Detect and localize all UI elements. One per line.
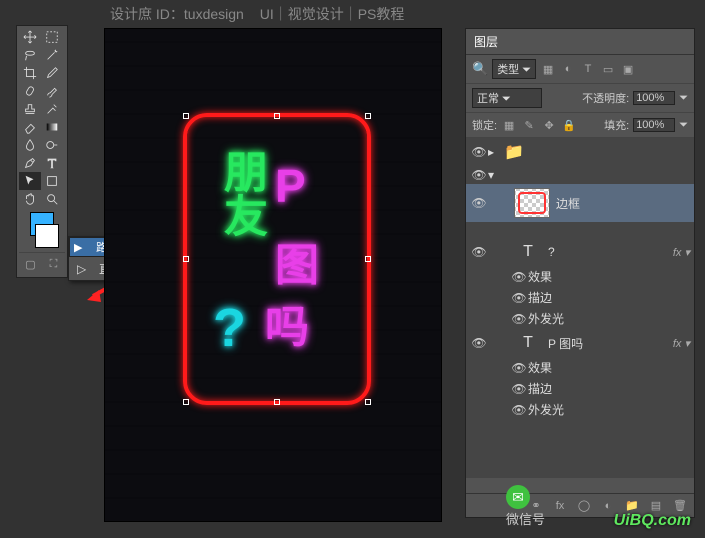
background-color[interactable]: [35, 224, 59, 248]
layer-thumb: [514, 188, 550, 218]
filter-smart-icon[interactable]: ▣: [620, 61, 636, 77]
group-row[interactable]: 👁 ▸ 📁: [466, 138, 694, 166]
path-select-tool[interactable]: [19, 172, 41, 190]
type-tool[interactable]: [41, 154, 63, 172]
fill-label: 填充:: [604, 117, 629, 133]
gradient-tool[interactable]: [41, 118, 63, 136]
blur-tool[interactable]: [19, 136, 41, 154]
transform-handle[interactable]: [365, 399, 371, 405]
layers-panel: 图层 🔍 类型 ⏷ ▦ ◐ T ▭ ▣ 正常 ⏷ 不透明度: 100%⏷ 锁定:…: [465, 28, 695, 518]
header-info: 设计庶 ID：tuxdesign UI｜视觉设计｜PS教程: [110, 4, 416, 24]
shape-tool[interactable]: [41, 172, 63, 190]
neon-text-friends: 朋友: [209, 149, 273, 237]
wand-tool[interactable]: [41, 46, 63, 64]
dodge-tool[interactable]: [41, 136, 63, 154]
tools-panel: ▢ ⛶: [16, 25, 68, 278]
type-layer-icon: T: [514, 240, 542, 264]
document-canvas[interactable]: 朋友 P 图 吗 ?: [104, 28, 442, 522]
filter-type-icon[interactable]: T: [580, 61, 596, 77]
stamp-tool[interactable]: [19, 100, 41, 118]
blend-row: 正常 ⏷ 不透明度: 100%⏷: [466, 84, 694, 113]
lock-row: 锁定: ▦ ✎ ✥ 🔒 填充: 100%⏷: [466, 113, 694, 138]
fx-glow-row[interactable]: 👁外发光: [466, 308, 694, 329]
move-tool[interactable]: [19, 28, 41, 46]
zoom-tool[interactable]: [41, 190, 63, 208]
chevron-right-icon[interactable]: ▸: [488, 145, 494, 159]
fx-glow-row[interactable]: 👁外发光: [466, 399, 694, 420]
hand-tool[interactable]: [19, 190, 41, 208]
lock-paint-icon[interactable]: ✎: [521, 117, 537, 133]
visibility-icon[interactable]: 👁: [470, 196, 488, 210]
fx-badge[interactable]: fx ▾: [673, 337, 690, 350]
chevron-down-icon[interactable]: ▾: [488, 168, 494, 182]
layer-text2[interactable]: 👁 T P 图吗 fx ▾: [466, 329, 694, 357]
transform-handle[interactable]: [365, 256, 371, 262]
group-open-row[interactable]: 👁 ▾: [466, 166, 694, 184]
transform-handle[interactable]: [274, 399, 280, 405]
neon-text-ma: 吗: [265, 291, 309, 355]
visibility-icon[interactable]: 👁: [470, 168, 488, 182]
type-layer-icon: T: [514, 331, 542, 355]
transform-handle[interactable]: [365, 113, 371, 119]
folder-icon: 📁: [500, 140, 528, 164]
lock-label: 锁定:: [472, 117, 497, 133]
brush-tool[interactable]: [41, 82, 63, 100]
visibility-icon[interactable]: 👁: [470, 145, 488, 159]
pen-tool[interactable]: [19, 154, 41, 172]
filter-pixel-icon[interactable]: ▦: [540, 61, 556, 77]
lock-position-icon[interactable]: ✥: [541, 117, 557, 133]
site-watermark: UiBQ.com: [614, 512, 691, 530]
transform-handle[interactable]: [183, 256, 189, 262]
filter-shape-icon[interactable]: ▭: [600, 61, 616, 77]
fx-stroke-row[interactable]: 👁描边: [466, 287, 694, 308]
quickmask-icon[interactable]: ▢: [23, 256, 39, 272]
crop-tool[interactable]: [19, 64, 41, 82]
heal-tool[interactable]: [19, 82, 41, 100]
transform-handle[interactable]: [183, 113, 189, 119]
kind-select[interactable]: 类型 ⏷: [492, 59, 536, 79]
history-brush-tool[interactable]: [41, 100, 63, 118]
filter-row: 🔍 类型 ⏷ ▦ ◐ T ▭ ▣: [466, 55, 694, 84]
lasso-tool[interactable]: [19, 46, 41, 64]
fx-stroke-row[interactable]: 👁描边: [466, 378, 694, 399]
neon-text-question: ?: [213, 297, 246, 359]
lock-transparent-icon[interactable]: ▦: [501, 117, 517, 133]
wechat-label: ✉ 微信号: [506, 485, 545, 528]
visibility-icon[interactable]: 👁: [470, 336, 488, 350]
lock-all-icon[interactable]: 🔒: [561, 117, 577, 133]
layers-tab[interactable]: 图层: [466, 29, 694, 55]
eyedropper-tool[interactable]: [41, 64, 63, 82]
eraser-tool[interactable]: [19, 118, 41, 136]
neon-text-tu: 图: [275, 229, 319, 293]
arrow-black-icon: ▶: [74, 241, 90, 254]
opacity-label: 不透明度:: [582, 90, 629, 106]
fx-row[interactable]: 👁效果: [466, 357, 694, 378]
layer-frame[interactable]: 👁 边框: [466, 184, 694, 222]
screenmode-icon[interactable]: ⛶: [46, 256, 62, 272]
opacity-field[interactable]: 100%: [633, 91, 675, 105]
layers-list: 👁 ▸ 📁 👁 ▾ 👁 边框 👁 T ? fx ▾ 👁效果 👁描边 👁外发光 👁: [466, 138, 694, 478]
color-swatches[interactable]: [19, 208, 65, 252]
neon-text-p: P: [275, 159, 306, 213]
layer-question[interactable]: 👁 T ? fx ▾: [466, 238, 694, 266]
fx-icon[interactable]: fx: [552, 498, 568, 514]
transform-handle[interactable]: [183, 399, 189, 405]
fx-row[interactable]: 👁效果: [466, 266, 694, 287]
transform-handle[interactable]: [274, 113, 280, 119]
mask-icon[interactable]: ◯: [576, 498, 592, 514]
search-icon[interactable]: 🔍: [472, 61, 488, 77]
visibility-icon[interactable]: 👁: [470, 245, 488, 259]
filter-adjust-icon[interactable]: ◐: [560, 61, 576, 77]
fill-field[interactable]: 100%: [633, 118, 675, 132]
fx-badge[interactable]: fx ▾: [673, 246, 690, 259]
marquee-tool[interactable]: [41, 28, 63, 46]
blend-mode-select[interactable]: 正常 ⏷: [472, 88, 542, 108]
wechat-icon: ✉: [506, 485, 530, 509]
